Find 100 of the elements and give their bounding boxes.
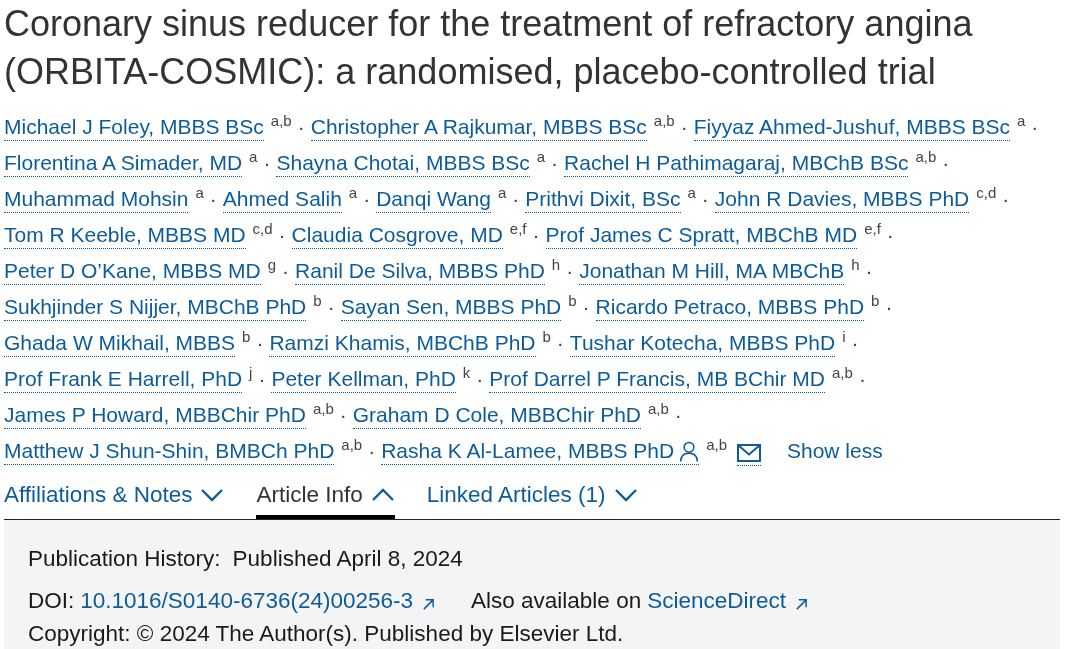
affiliation-marks: a: [249, 147, 258, 167]
author-link[interactable]: Prof Darrel P Francis, MB BChir MD: [489, 366, 825, 393]
field-label: Publication History:: [28, 545, 221, 574]
separator-dot: ·: [278, 222, 286, 248]
tab[interactable]: Linked Articles (1): [426, 474, 638, 519]
affiliation-marks: g: [267, 255, 277, 275]
author-link[interactable]: Peter D O’Kane, MBBS MD: [4, 258, 261, 285]
separator-dot: ·: [256, 330, 264, 356]
affiliation-marks: k: [462, 363, 471, 383]
copyright-text: Copyright: © 2024 The Author(s). Published by Elsevier Ltd.: [28, 623, 624, 645]
author-link[interactable]: Muhammad Mohsin: [4, 186, 189, 213]
author-link[interactable]: Sukhjinder S Nijjer, MBChB PhD: [4, 294, 307, 321]
tab[interactable]: Affiliations & Notes: [4, 474, 225, 519]
author-link[interactable]: Sayan Sen, MBBS PhD: [340, 294, 562, 321]
separator-dot: ·: [327, 294, 335, 320]
affiliation-marks: j: [249, 363, 253, 383]
author-link[interactable]: James P Howard, MBBChir PhD: [4, 402, 306, 429]
separator-dot: ·: [674, 402, 682, 428]
separator-dot: ·: [297, 114, 305, 140]
separator-dot: ·: [1002, 186, 1010, 212]
author-link[interactable]: Prithvi Dixit, BSc: [525, 186, 681, 213]
author-link[interactable]: Peter Kellman, PhD: [271, 366, 456, 393]
affiliation-marks: a,b: [706, 435, 727, 455]
author-link[interactable]: Claudia Cosgrove, MD: [291, 222, 503, 249]
affiliation-marks: a,b: [341, 435, 363, 455]
affiliation-marks: b: [568, 291, 577, 311]
diagonal-arrow-icon: [422, 598, 436, 611]
author-link[interactable]: Prof Frank E Harrell, PhD: [4, 366, 243, 393]
affiliation-marks: a: [536, 147, 546, 167]
show-less-link[interactable]: Show less: [787, 435, 883, 467]
affiliation-marks: b: [542, 327, 551, 347]
affiliation-marks: b: [313, 291, 322, 311]
author-link[interactable]: Rasha K Al-Lamee, MBBS PhD: [381, 438, 700, 465]
affiliation-marks: h: [551, 255, 561, 275]
affiliation-marks: b: [242, 327, 251, 347]
separator-dot: ·: [680, 114, 688, 140]
separator-dot: ·: [858, 366, 866, 392]
separator-dot: ·: [551, 150, 559, 176]
separator-dot: ·: [368, 438, 376, 464]
separator-dot: ·: [339, 402, 347, 428]
diagonal-arrow-icon: [795, 598, 808, 611]
separator-dot: ·: [942, 150, 950, 176]
author-link[interactable]: Ricardo Petraco, MBBS PhD: [595, 294, 865, 321]
author-link[interactable]: Prof James C Spratt, MBChB MD: [545, 222, 858, 249]
separator-dot: ·: [851, 330, 859, 356]
affiliation-marks: a,b: [653, 111, 675, 131]
separator-dot: ·: [701, 186, 709, 212]
author-link[interactable]: John R Davies, MBBS PhD: [714, 186, 970, 213]
affiliation-marks: e,f: [864, 219, 881, 239]
chevron-down-icon: [613, 487, 638, 502]
affiliation-marks: a,b: [648, 399, 669, 419]
author-link[interactable]: Ramzi Khamis, MBChB PhD: [269, 330, 536, 357]
separator-dot: ·: [566, 258, 574, 284]
article-title: Coronary sinus reducer for the treatment of refractory angina (ORBITA-COSMIC): a randomised, placebo-controlled trial: [4, 2, 974, 94]
separator-dot: ·: [885, 294, 893, 320]
doi-link[interactable]: 10.1016/S0140-6736(24)00256-3: [80, 584, 436, 618]
separator-dot: ·: [582, 294, 590, 320]
author-link[interactable]: Ghada W Mikhail, MBBS: [4, 330, 236, 357]
affiliation-marks: a: [195, 183, 204, 203]
affiliation-marks: h: [851, 255, 860, 275]
author-link[interactable]: Florentina A Simader, MD: [4, 150, 243, 177]
affiliation-marks: c,d: [252, 219, 273, 239]
field-label: DOI:: [28, 587, 75, 616]
affiliation-marks: a: [497, 183, 507, 203]
author-link[interactable]: Michael J Foley, MBBS BSc: [4, 114, 264, 141]
author-link[interactable]: Matthew J Shun-Shin, BMBCh PhD: [4, 438, 335, 465]
author-link[interactable]: Ranil De Silva, MBBS PhD: [295, 258, 545, 285]
author-link[interactable]: Danqi Wang: [376, 186, 491, 213]
author-link[interactable]: Christopher A Rajkumar, MBBS BSc: [310, 114, 647, 141]
author-link[interactable]: Tushar Kotecha, MBBS PhD: [569, 330, 836, 357]
sciencedirect-link[interactable]: ScienceDirect: [647, 584, 808, 618]
separator-dot: ·: [556, 330, 564, 356]
separator-dot: ·: [532, 222, 540, 248]
chevron-up-icon: [370, 487, 395, 502]
author-link[interactable]: Rachel H Pathimagaraj, MBChB BSc: [564, 150, 909, 177]
affiliation-marks: c,d: [976, 183, 997, 203]
affiliation-marks: a,b: [832, 363, 853, 383]
separator-dot: ·: [476, 366, 484, 392]
person-icon: [679, 440, 700, 462]
separator-dot: ·: [209, 186, 217, 212]
author-link[interactable]: Graham D Cole, MBBChir PhD: [352, 402, 641, 429]
field-value: Published April 8, 2024: [232, 545, 463, 574]
affiliation-marks: a: [348, 183, 358, 203]
separator-dot: ·: [512, 186, 520, 212]
author-link[interactable]: Ahmed Salih: [222, 186, 342, 213]
author-link[interactable]: Tom R Keeble, MBBS MD: [4, 222, 246, 249]
author-link[interactable]: Jonathan M Hill, MA MBChB: [579, 258, 845, 285]
author-link[interactable]: Shayna Chotai, MBBS BSc: [276, 150, 530, 177]
separator-dot: ·: [1031, 114, 1039, 140]
affiliation-marks: e,f: [509, 219, 527, 239]
affiliation-marks: i: [842, 327, 846, 347]
separator-dot: ·: [263, 150, 271, 176]
affiliation-marks: a,b: [312, 399, 334, 419]
author-link[interactable]: Fiyyaz Ahmed-Jushuf, MBBS BSc: [693, 114, 1010, 141]
affiliation-marks: a: [687, 183, 696, 203]
separator-dot: ·: [282, 258, 290, 284]
separator-dot: ·: [258, 366, 266, 392]
field-label: Also available on: [471, 587, 642, 616]
affiliation-marks: a,b: [915, 147, 937, 167]
affiliation-marks: a,b: [270, 111, 292, 131]
